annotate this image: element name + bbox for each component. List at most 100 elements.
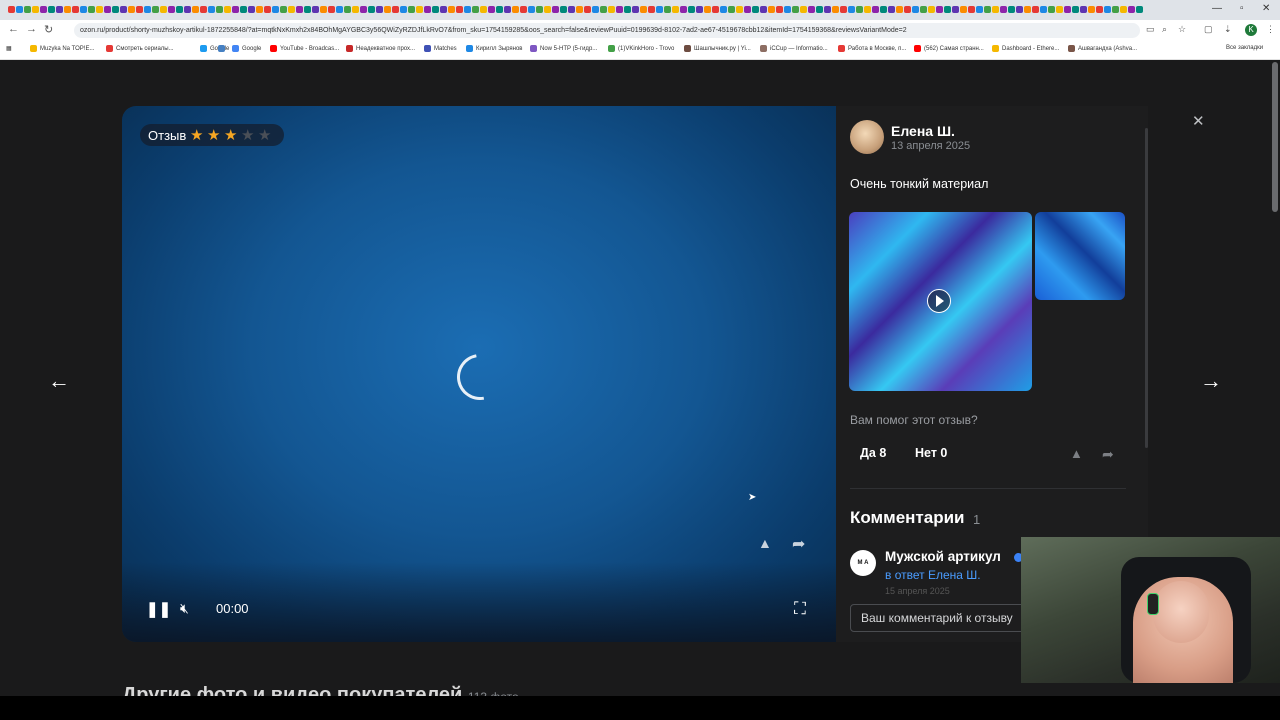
mute-icon[interactable]: 🔇︎ — [180, 600, 189, 617]
back-icon[interactable]: ← — [8, 23, 19, 35]
cast-icon[interactable]: ▭ — [1146, 24, 1155, 35]
tab-favicon-icon[interactable] — [872, 6, 879, 13]
tab-favicon-icon[interactable] — [1112, 6, 1119, 13]
bookmark-item[interactable]: YouTube - Broadcas... — [270, 45, 339, 52]
tab-favicon-icon[interactable] — [104, 6, 111, 13]
tab-favicon-icon[interactable] — [944, 6, 951, 13]
bookmark-item[interactable]: Работа в Москве, п... — [838, 45, 906, 52]
tab-favicon-icon[interactable] — [1096, 6, 1103, 13]
tab-favicon-icon[interactable] — [576, 6, 583, 13]
helpful-no-button[interactable]: Нет 0 — [915, 446, 947, 460]
tab-favicon-icon[interactable] — [840, 6, 847, 13]
tab-favicon-icon[interactable] — [440, 6, 447, 13]
previous-arrow-icon[interactable]: ← — [48, 368, 70, 394]
tab-favicon-icon[interactable] — [200, 6, 207, 13]
tab-favicon-icon[interactable] — [1120, 6, 1127, 13]
tab-favicon-icon[interactable] — [560, 6, 567, 13]
tab-favicon-icon[interactable] — [616, 6, 623, 13]
tab-favicon-icon[interactable] — [264, 6, 271, 13]
tab-favicon-icon[interactable] — [1064, 6, 1071, 13]
tab-favicon-icon[interactable] — [448, 6, 455, 13]
tab-favicon-icon[interactable] — [1056, 6, 1063, 13]
bookmark-item[interactable]: iCCup — Informatio... — [760, 45, 828, 52]
tab-favicon-icon[interactable] — [920, 6, 927, 13]
bookmark-item[interactable] — [218, 45, 228, 52]
tab-favicon-icon[interactable] — [24, 6, 31, 13]
tab-favicon-icon[interactable] — [96, 6, 103, 13]
tab-favicon-icon[interactable] — [328, 6, 335, 13]
tab-favicon-icon[interactable] — [952, 6, 959, 13]
bookmark-item[interactable]: Ашвагандха (Ashva... — [1068, 45, 1137, 52]
next-arrow-icon[interactable]: → — [1200, 368, 1222, 394]
tab-favicon-icon[interactable] — [208, 6, 215, 13]
bookmark-star-icon[interactable]: ☆ — [1178, 24, 1186, 35]
tab-favicon-icon[interactable] — [824, 6, 831, 13]
tab-favicon-icon[interactable] — [288, 6, 295, 13]
profile-avatar[interactable]: K — [1245, 24, 1257, 36]
tab-favicon-icon[interactable] — [640, 6, 647, 13]
tab-favicon-icon[interactable] — [64, 6, 71, 13]
tab-favicon-icon[interactable] — [712, 6, 719, 13]
tab-favicon-icon[interactable] — [800, 6, 807, 13]
tab-favicon-icon[interactable] — [152, 6, 159, 13]
zoom-icon[interactable]: ⌕ — [1162, 24, 1167, 35]
tab-favicon-icon[interactable] — [512, 6, 519, 13]
tab-favicon-icon[interactable] — [184, 6, 191, 13]
bookmark-item[interactable]: Muzyka Na TOP!E... — [30, 45, 94, 52]
tab-favicon-icon[interactable] — [632, 6, 639, 13]
tab-favicon-icon[interactable] — [1080, 6, 1087, 13]
apps-grid-icon[interactable]: ▦ — [6, 45, 12, 52]
tab-favicon-icon[interactable] — [568, 6, 575, 13]
url-field[interactable]: ozon.ru/product/shorty-muzhskoy-artikul-… — [74, 23, 1140, 38]
tab-favicon-icon[interactable] — [1024, 6, 1031, 13]
tab-favicon-icon[interactable] — [216, 6, 223, 13]
tab-favicon-icon[interactable] — [888, 6, 895, 13]
tab-favicon-icon[interactable] — [1032, 6, 1039, 13]
tab-favicon-icon[interactable] — [192, 6, 199, 13]
tab-favicon-icon[interactable] — [848, 6, 855, 13]
tab-favicon-icon[interactable] — [160, 6, 167, 13]
tab-favicon-icon[interactable] — [1008, 6, 1015, 13]
tab-favicon-icon[interactable] — [384, 6, 391, 13]
tab-favicon-icon[interactable] — [624, 6, 631, 13]
tab-favicon-icon[interactable] — [976, 6, 983, 13]
tab-favicon-icon[interactable] — [960, 6, 967, 13]
share-icon[interactable]: ➦ — [792, 534, 805, 554]
tab-favicon-icon[interactable] — [912, 6, 919, 13]
window-close-icon[interactable]: ✕ — [1262, 3, 1270, 14]
tab-favicon-icon[interactable] — [416, 6, 423, 13]
reviewer-name[interactable]: Елена Ш. — [891, 123, 955, 139]
bookmark-item[interactable]: Шашлычник.ру | Yi... — [684, 45, 751, 52]
tab-favicon-icon[interactable] — [584, 6, 591, 13]
tab-favicon-icon[interactable] — [1000, 6, 1007, 13]
tab-favicon-icon[interactable] — [424, 6, 431, 13]
tab-favicon-icon[interactable] — [504, 6, 511, 13]
tab-favicon-icon[interactable] — [48, 6, 55, 13]
close-icon[interactable]: ✕ — [1192, 112, 1205, 130]
tab-favicon-icon[interactable] — [16, 6, 23, 13]
bookmark-item[interactable]: Кирилл Зырянов — [466, 45, 523, 52]
tab-favicon-icon[interactable] — [1072, 6, 1079, 13]
tab-favicon-icon[interactable] — [496, 6, 503, 13]
page-scrollbar[interactable] — [1272, 62, 1278, 212]
tab-favicon-icon[interactable] — [544, 6, 551, 13]
tab-favicon-icon[interactable] — [1136, 6, 1143, 13]
tab-favicon-icon[interactable] — [528, 6, 535, 13]
bookmark-item[interactable]: Now 5-HTP (5-гидр... — [530, 45, 597, 52]
bookmark-item[interactable]: (562) Самая странн... — [914, 45, 984, 52]
tab-favicon-icon[interactable] — [752, 6, 759, 13]
tab-favicon-icon[interactable] — [592, 6, 599, 13]
tab-favicon-icon[interactable] — [704, 6, 711, 13]
review-video-thumbnail[interactable] — [849, 212, 1032, 391]
tab-favicon-icon[interactable] — [736, 6, 743, 13]
tab-favicon-icon[interactable] — [128, 6, 135, 13]
panel-scrollbar[interactable] — [1145, 128, 1148, 448]
tab-favicon-icon[interactable] — [784, 6, 791, 13]
forward-icon[interactable]: → — [26, 23, 37, 35]
tab-favicon-icon[interactable] — [936, 6, 943, 13]
tab-favicon-icon[interactable] — [1104, 6, 1111, 13]
tab-favicon-icon[interactable] — [488, 6, 495, 13]
comment-reply-to[interactable]: в ответ Елена Ш. — [885, 568, 981, 582]
comment-author[interactable]: Мужской артикул — [885, 549, 1001, 564]
tab-favicon-icon[interactable] — [224, 6, 231, 13]
